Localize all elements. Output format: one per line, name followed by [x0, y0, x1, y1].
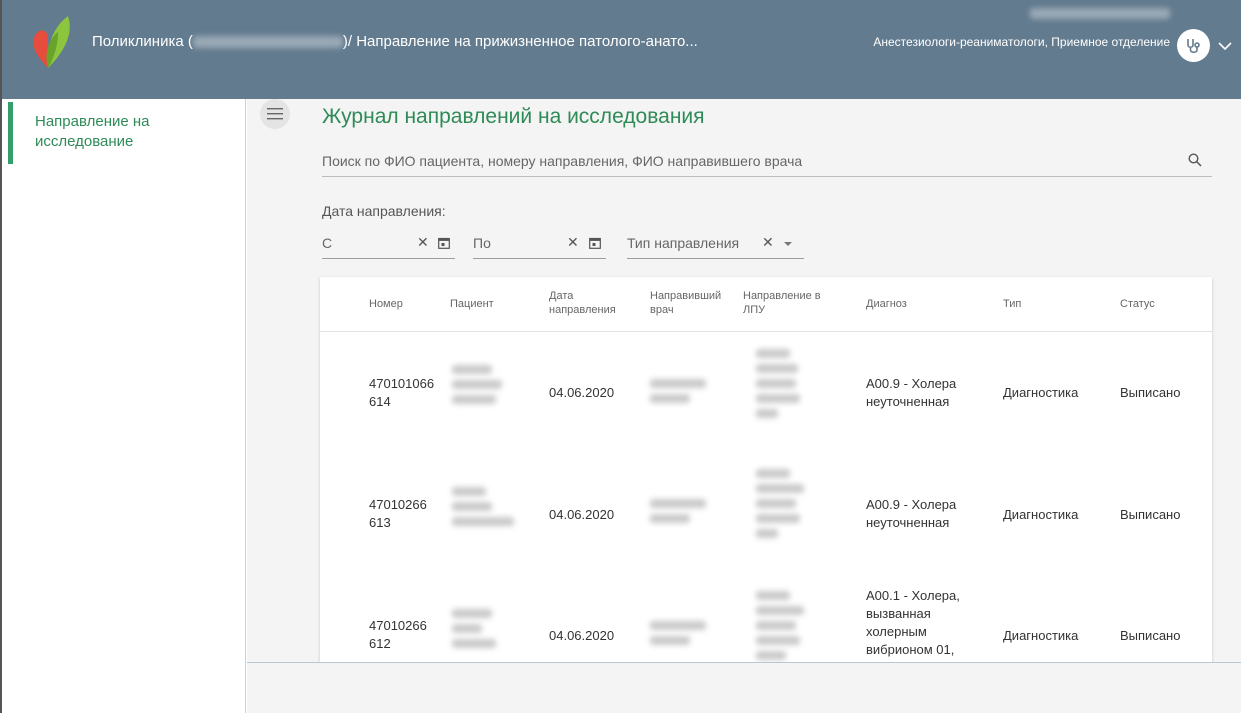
cell-number: 47010266612: [369, 618, 427, 651]
date-from-label: С: [322, 235, 333, 251]
referral-type-select[interactable]: Тип направления ✕: [627, 231, 804, 259]
chevron-down-icon[interactable]: [1217, 38, 1233, 54]
user-department: Анестезиологи-реаниматологи, Приемное от…: [873, 35, 1170, 49]
table-header-divider: [320, 331, 1212, 332]
page-breadcrumb: )/ Направление на прижизненное патолого-…: [342, 33, 698, 50]
col-header-diagnosis[interactable]: Диагноз: [866, 297, 907, 311]
main-content: Журнал направлений на исследования Дата …: [247, 99, 1241, 713]
cell-diagnosis: A00.9 - Холера неуточненная: [866, 376, 957, 409]
menu-toggle-button[interactable]: [260, 99, 290, 129]
cell-diagnosis: A00.9 - Холера неуточненная: [866, 497, 957, 530]
app-name: Поликлиника (: [92, 33, 193, 50]
redacted-doctor: [650, 493, 720, 529]
page-title: Журнал направлений на исследования: [322, 105, 705, 128]
redacted-patient: [452, 481, 522, 532]
calendar-icon[interactable]: [589, 237, 601, 249]
clear-icon[interactable]: ✕: [567, 234, 579, 251]
col-header-type[interactable]: Тип: [1003, 297, 1021, 311]
col-header-number[interactable]: Номер: [369, 297, 403, 311]
col-header-patient[interactable]: Пациент: [450, 297, 494, 311]
redacted-lpu: [756, 463, 826, 544]
redacted-patient: [452, 603, 522, 654]
sidebar: Направление на исследование: [2, 99, 246, 713]
redacted-doctor: [650, 615, 720, 651]
cell-status: Выписано: [1120, 507, 1181, 522]
cell-type: Диагностика: [1003, 507, 1079, 522]
cell-diagnosis: A00.1 - Холера, вызванная холерным вибри…: [866, 588, 960, 657]
col-header-date[interactable]: Дата направления: [549, 289, 624, 317]
chevron-down-icon[interactable]: [783, 239, 793, 249]
referral-type-label: Тип направления: [627, 235, 740, 251]
redacted-patient: [452, 359, 522, 410]
search-input[interactable]: [322, 147, 1182, 175]
app-window: Поликлиника ( )/ Направление на прижизнен…: [0, 0, 1241, 713]
calendar-icon[interactable]: [438, 237, 450, 249]
search-icon[interactable]: [1188, 153, 1202, 167]
date-to-field[interactable]: По ✕: [473, 231, 606, 259]
cell-number: 47010266613: [369, 497, 427, 530]
redacted-org-name: [192, 36, 343, 49]
redacted-lpu: [756, 585, 826, 666]
role-avatar[interactable]: [1177, 29, 1210, 62]
hamburger-icon: [267, 108, 283, 120]
sidebar-item-referral[interactable]: Направление на исследование: [8, 102, 245, 164]
col-header-status[interactable]: Статус: [1120, 297, 1155, 311]
cell-number: 470101066614: [369, 376, 435, 409]
cell-status: Выписано: [1120, 628, 1181, 643]
date-from-field[interactable]: С ✕: [322, 231, 455, 259]
cell-type: Диагностика: [1003, 385, 1079, 400]
cell-date: 04.06.2020: [549, 385, 615, 400]
col-header-doctor[interactable]: Направивший врач: [650, 289, 721, 317]
date-filter-label: Дата направления:: [322, 203, 446, 219]
referrals-table: Номер Пациент Дата направления Направивш…: [320, 277, 1212, 713]
header-breadcrumb: Поликлиника ( )/ Направление на прижизнен…: [92, 33, 698, 50]
redacted-doctor: [650, 373, 720, 409]
heart-logo-icon[interactable]: [28, 14, 74, 70]
clear-icon[interactable]: ✕: [762, 234, 774, 251]
search-box: [322, 147, 1212, 177]
stethoscope-icon: [1186, 38, 1200, 53]
sidebar-item-label: Направление на исследование: [35, 113, 150, 150]
user-info[interactable]: Анестезиологи-реаниматологи, Приемное от…: [870, 8, 1170, 51]
clear-icon[interactable]: ✕: [417, 234, 429, 251]
top-header: Поликлиника ( )/ Направление на прижизнен…: [2, 0, 1241, 99]
col-header-lpu[interactable]: Направление в ЛПУ: [743, 289, 823, 317]
cell-type: Диагностика: [1003, 628, 1079, 643]
redacted-user-name: [1030, 8, 1170, 19]
footer-bar: [247, 662, 1241, 713]
cell-status: Выписано: [1120, 385, 1181, 400]
redacted-lpu: [756, 343, 826, 424]
cell-date: 04.06.2020: [549, 628, 615, 643]
date-to-label: По: [473, 235, 491, 251]
cell-date: 04.06.2020: [549, 507, 615, 522]
